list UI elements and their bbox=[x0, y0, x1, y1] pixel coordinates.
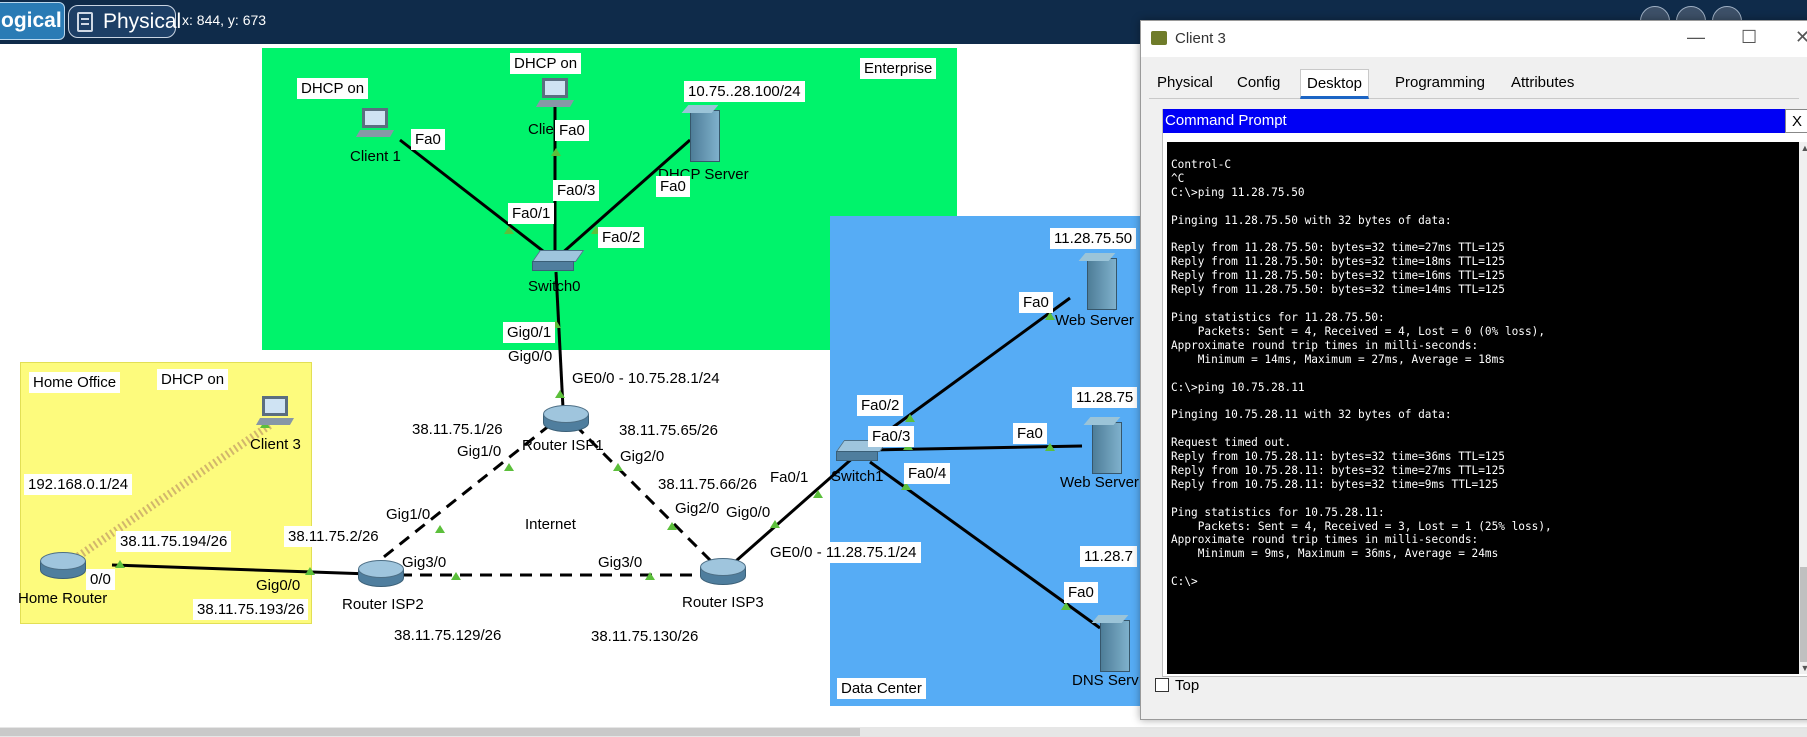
tab-programming[interactable]: Programming bbox=[1389, 69, 1491, 99]
web-server-1-label: Web Server bbox=[1055, 312, 1134, 329]
dhcp-note-client2: DHCP on bbox=[510, 53, 582, 74]
isp1-isp2-ip-note: 38.11.75.1/26 bbox=[408, 419, 507, 440]
router-isp1-icon[interactable] bbox=[543, 405, 589, 435]
port-isp2-gig30: Gig3/0 bbox=[402, 554, 447, 571]
close-window-button[interactable]: ✕ bbox=[1795, 27, 1807, 48]
port-isp3-gig30: Gig3/0 bbox=[598, 554, 643, 571]
window-title: Client 3 bbox=[1175, 30, 1226, 47]
tab-attributes[interactable]: Attributes bbox=[1505, 69, 1580, 99]
web1-ip-note: 11.28.75.50 bbox=[1050, 228, 1137, 249]
home-wan-ip-note: 38.11.75.194/26 bbox=[116, 531, 232, 552]
client1-pc-icon[interactable] bbox=[355, 108, 395, 138]
web-server-2-icon[interactable] bbox=[1092, 422, 1122, 474]
port-isp1-gig10: Gig1/0 bbox=[457, 443, 502, 460]
device-tabs: Physical Config Desktop Programming Attr… bbox=[1149, 69, 1799, 99]
command-prompt-close-button[interactable]: X bbox=[1785, 109, 1807, 133]
dhcp-note-client1: DHCP on bbox=[297, 78, 369, 99]
port-dns-fa0: Fa0 bbox=[1064, 582, 1098, 603]
port-isp2-gig00: Gig0/0 bbox=[256, 577, 301, 594]
port-isp1-gig00: Gig0/0 bbox=[508, 348, 553, 365]
tab-physical[interactable]: Physical bbox=[1151, 69, 1219, 99]
router-isp3-label: Router ISP3 bbox=[682, 594, 764, 611]
link-client1-switch0[interactable] bbox=[399, 138, 553, 260]
isp3-isp1-ip-note: 38.11.75.66/26 bbox=[654, 474, 761, 495]
link-isp2-home[interactable] bbox=[111, 563, 371, 576]
web-server-2-label: Web Server bbox=[1060, 474, 1139, 491]
top-checkbox-label: Top bbox=[1175, 677, 1200, 694]
port-isp3-gig00: Gig0/0 bbox=[726, 504, 771, 521]
terminal-output[interactable]: Control-C ^C C:\>ping 11.28.75.50 Pingin… bbox=[1167, 142, 1799, 674]
port-switch0-fa01: Fa0/1 bbox=[508, 203, 555, 224]
client2-label: Clie bbox=[528, 121, 554, 138]
dhcp-note-client3: DHCP on bbox=[157, 369, 229, 390]
tab-config[interactable]: Config bbox=[1231, 69, 1286, 99]
port-switch1-fa04: Fa0/4 bbox=[904, 463, 951, 484]
port-client1-fa0: Fa0 bbox=[411, 129, 445, 150]
scroll-down-icon[interactable]: ▼ bbox=[1799, 662, 1807, 674]
port-switch0-fa02: Fa0/2 bbox=[598, 227, 645, 248]
command-prompt-title: Command Prompt bbox=[1163, 109, 1807, 133]
dns-server-icon[interactable] bbox=[1100, 620, 1130, 672]
web-server-1-icon[interactable] bbox=[1087, 258, 1117, 310]
isp1-ge-note: GE0/0 - 10.75.28.1/24 bbox=[568, 368, 724, 389]
port-isp3-gig20: Gig2/0 bbox=[675, 500, 720, 517]
isp2-isp3-ip-note: 38.11.75.129/26 bbox=[390, 625, 506, 646]
port-switch1-fa03: Fa0/3 bbox=[868, 426, 915, 447]
datacenter-zone-label: Data Center bbox=[837, 678, 926, 699]
port-home-00: 0/0 bbox=[86, 569, 115, 590]
top-checkbox[interactable] bbox=[1155, 678, 1169, 692]
enterprise-zone-label: Enterprise bbox=[860, 58, 937, 79]
port-switch0-fa03: Fa0/3 bbox=[553, 180, 600, 201]
isp3-isp2-ip-note: 38.11.75.130/26 bbox=[587, 626, 703, 647]
router-isp3-icon[interactable] bbox=[700, 558, 746, 588]
switch0-label: Switch0 bbox=[528, 278, 581, 295]
home-office-zone-label: Home Office bbox=[29, 372, 121, 393]
port-web1-fa0: Fa0 bbox=[1019, 292, 1053, 313]
server-ip-note: 10.75..28.100/24 bbox=[684, 81, 805, 102]
port-isp1-gig20: Gig2/0 bbox=[620, 448, 665, 465]
web2-ip-note: 11.28.75 bbox=[1072, 387, 1138, 408]
home-router-label: Home Router bbox=[18, 590, 108, 607]
home-lan-ip-note: 192.168.0.1/24 bbox=[24, 474, 133, 495]
port-web2-fa0: Fa0 bbox=[1013, 423, 1047, 444]
port-isp2-gig10: Gig1/0 bbox=[386, 506, 431, 523]
dhcp-server-icon[interactable] bbox=[690, 110, 720, 162]
router-isp1-label: Router ISP1 bbox=[522, 437, 604, 454]
client2-pc-icon[interactable] bbox=[535, 78, 575, 108]
packet-tracer-app-icon bbox=[1151, 31, 1167, 45]
window-titlebar[interactable]: Client 3 — ☐ ✕ bbox=[1141, 21, 1807, 57]
port-switch0-gig01: Gig0/1 bbox=[503, 322, 556, 343]
terminal-text: Control-C ^C C:\>ping 11.28.75.50 Pingin… bbox=[1171, 158, 1552, 589]
port-client2-fa0: Fa0 bbox=[555, 120, 589, 141]
port-server-fa0: Fa0 bbox=[656, 176, 690, 197]
canvas-horizontal-scrollbar[interactable] bbox=[0, 727, 1807, 737]
isp2-home-ip-note: 38.11.75.193/26 bbox=[193, 599, 309, 620]
tab-desktop[interactable]: Desktop bbox=[1300, 69, 1370, 99]
minimize-button[interactable]: — bbox=[1687, 27, 1705, 48]
internet-label: Internet bbox=[521, 514, 580, 535]
router-isp2-icon[interactable] bbox=[358, 560, 404, 590]
port-switch1-fa01: Fa0/1 bbox=[766, 467, 813, 488]
isp1-isp3-ip-note: 38.11.75.65/26 bbox=[615, 420, 722, 441]
dns-ip-note: 11.28.7 bbox=[1080, 546, 1137, 567]
isp2-isp1-ip-note: 38.11.75.2/26 bbox=[284, 526, 383, 547]
switch1-label: Switch1 bbox=[831, 468, 884, 485]
home-router-icon[interactable] bbox=[40, 552, 86, 582]
maximize-button[interactable]: ☐ bbox=[1741, 27, 1757, 48]
scrollbar-thumb[interactable] bbox=[0, 728, 860, 736]
terminal-scrollbar-thumb[interactable] bbox=[1800, 567, 1807, 662]
scroll-up-icon[interactable]: ▲ bbox=[1799, 142, 1807, 154]
terminal-vertical-scrollbar[interactable]: ▲ ▼ bbox=[1799, 142, 1807, 674]
client3-label: Client 3 bbox=[250, 436, 301, 453]
router-isp2-label: Router ISP2 bbox=[342, 596, 424, 613]
port-switch1-fa02: Fa0/2 bbox=[857, 395, 904, 416]
client1-label: Client 1 bbox=[350, 148, 401, 165]
switch0-icon[interactable] bbox=[531, 250, 585, 272]
client3-window: Client 3 — ☐ ✕ Physical Config Desktop P… bbox=[1140, 20, 1807, 720]
client3-pc-icon[interactable] bbox=[255, 396, 295, 426]
isp3-ge-note: GE0/0 - 11.28.75.1/24 bbox=[766, 542, 921, 563]
dns-server-label: DNS Serv bbox=[1072, 672, 1139, 689]
